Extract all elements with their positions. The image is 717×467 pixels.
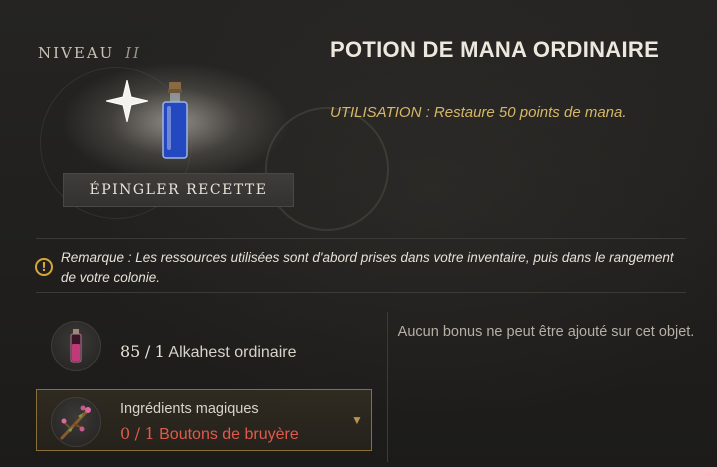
level-value: II	[125, 44, 141, 62]
heather-sprig-icon	[60, 405, 91, 440]
chevron-down-icon[interactable]: ▼	[351, 413, 363, 427]
ingredient-sep: /	[134, 424, 141, 443]
bonus-message: Aucun bonus ne peut être ajouté sur cet …	[397, 324, 695, 340]
pin-recipe-button[interactable]: ÉPINGLER RECETTE	[63, 173, 294, 207]
divider	[36, 292, 686, 293]
ingredient-name: Alkahest ordinaire	[168, 344, 297, 361]
divider	[36, 238, 686, 239]
ingredient-row: 0 / 1 Boutons de bruyère	[120, 424, 299, 444]
small-potion-icon	[70, 329, 82, 363]
remark-note: Remarque : Les ressources utilisées sont…	[61, 250, 674, 285]
divider	[387, 312, 388, 462]
decorative-ring	[265, 107, 389, 231]
ingredient-icon-slot[interactable]	[51, 321, 101, 371]
ingredient-category: Ingrédients magiques	[120, 401, 259, 417]
item-usage: UTILISATION : Restaure 50 points de mana…	[330, 104, 627, 121]
item-title: POTION DE MANA ORDINAIRE	[330, 37, 660, 62]
ingredient-have: 85	[120, 342, 141, 361]
mana-potion-icon	[162, 82, 188, 159]
ingredient-sep: /	[144, 342, 151, 361]
warning-circle-icon: !	[35, 258, 53, 276]
ingredient-icon-slot[interactable]	[51, 397, 101, 447]
ingredient-row: 85 / 1 Alkahest ordinaire	[120, 342, 296, 362]
ingredient-need: 1	[144, 424, 155, 443]
ingredient-need: 1	[154, 342, 165, 361]
ingredient-name: Boutons de bruyère	[159, 426, 299, 443]
ingredient-have: 0	[120, 424, 131, 443]
level-label: NIVEAU	[38, 44, 115, 62]
sparkle-icon	[106, 80, 148, 122]
item-level: NIVEAU II	[38, 44, 141, 62]
